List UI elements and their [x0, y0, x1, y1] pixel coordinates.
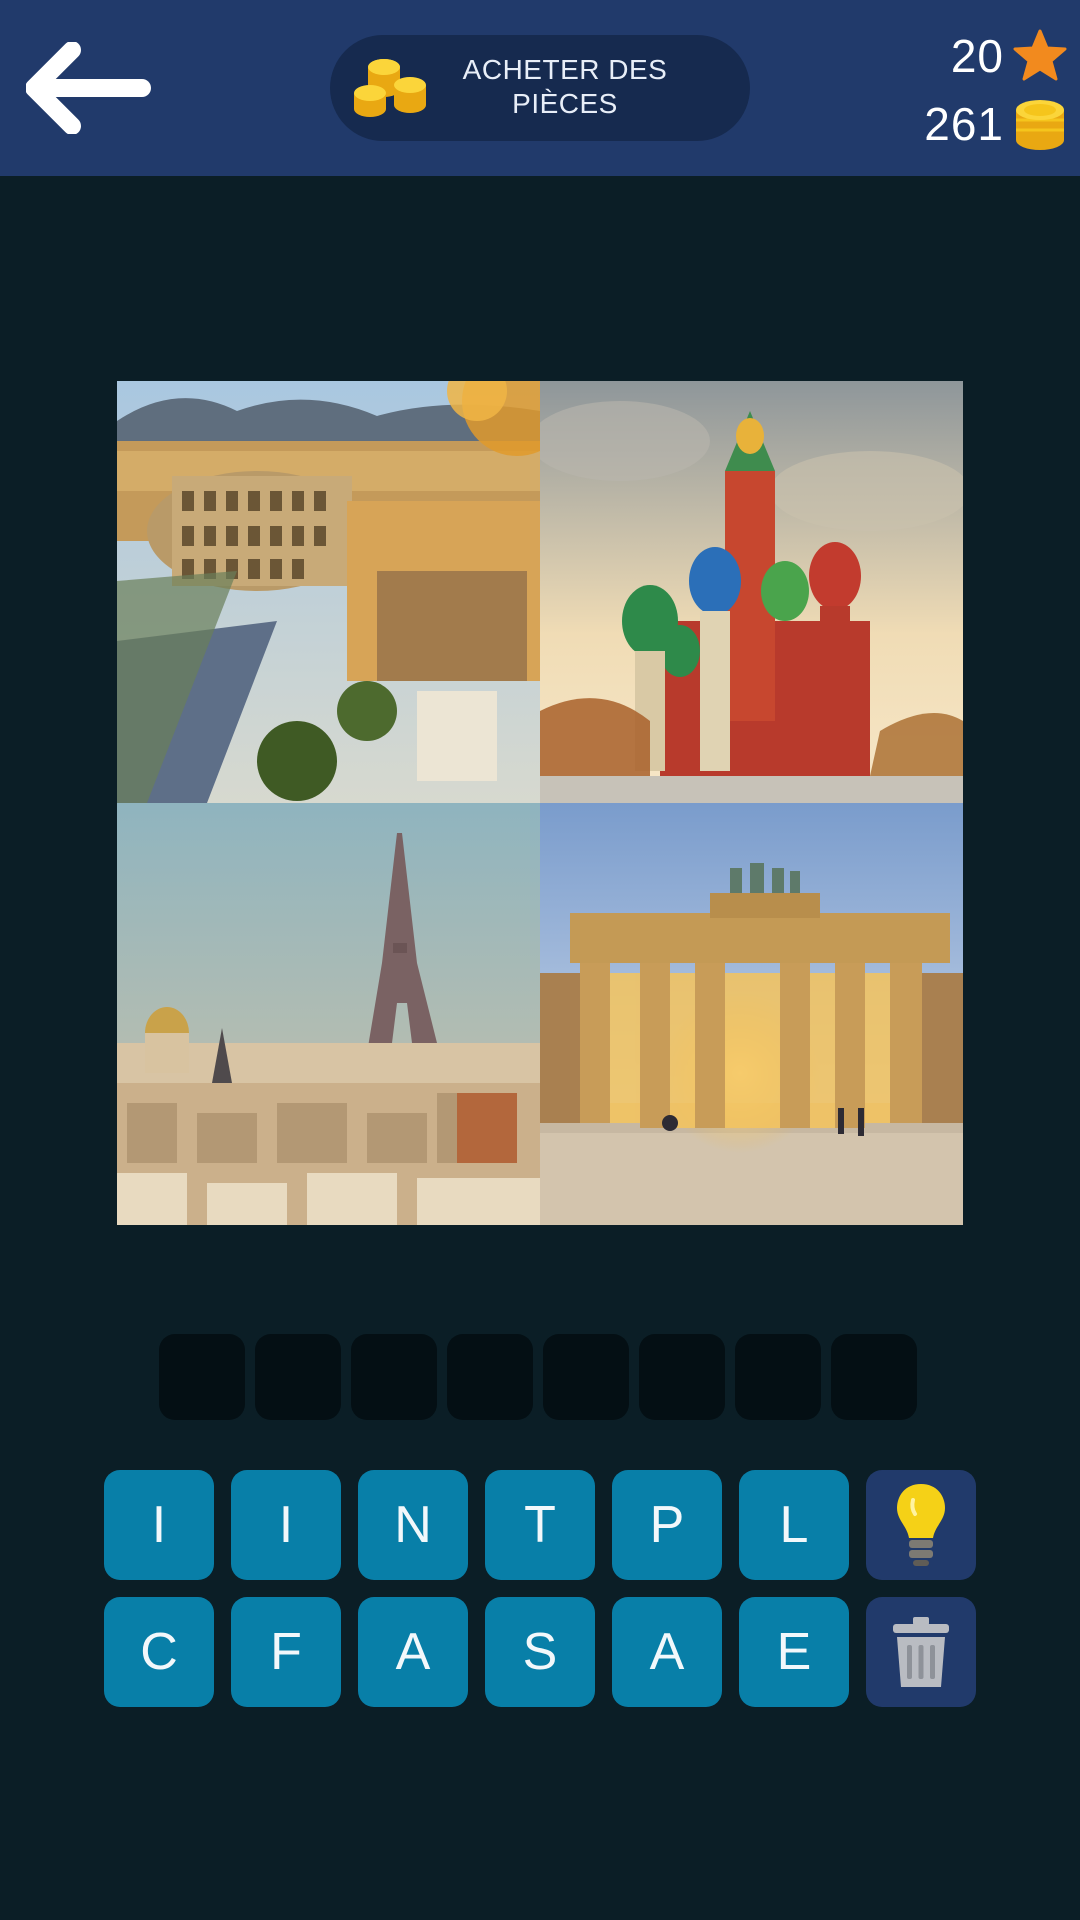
top-bar: ACHETER DES PIÈCES 20 261 [0, 0, 1080, 176]
stars-counter: 20 [951, 28, 1068, 84]
letter-key[interactable]: P [612, 1470, 722, 1580]
letter-key[interactable]: A [612, 1597, 722, 1707]
star-icon [1013, 29, 1067, 81]
buy-coins-button[interactable]: ACHETER DES PIÈCES [330, 35, 750, 141]
letter-key[interactable]: T [485, 1470, 595, 1580]
answer-slot[interactable] [831, 1334, 917, 1420]
answer-slot[interactable] [255, 1334, 341, 1420]
eiffel-tower-image [117, 803, 540, 1225]
letter-key[interactable]: I [104, 1470, 214, 1580]
buy-coins-label: ACHETER DES PIÈCES [462, 54, 668, 119]
stars-count: 20 [950, 30, 1004, 82]
letter-key[interactable]: C [104, 1597, 214, 1707]
hint-button[interactable] [866, 1470, 976, 1580]
letter-key[interactable]: E [739, 1597, 849, 1707]
photo-brandenburg-gate[interactable] [540, 803, 963, 1225]
coins-count: 261 [924, 98, 1004, 150]
letter-key[interactable]: N [358, 1470, 468, 1580]
letter-key[interactable]: A [358, 1597, 468, 1707]
answer-slot[interactable] [543, 1334, 629, 1420]
answer-slot[interactable] [351, 1334, 437, 1420]
coin-icon [1016, 100, 1064, 150]
picture-grid [117, 381, 963, 1225]
letter-keyboard: I I N T P L C F A S A E [104, 1470, 976, 1707]
trash-icon [893, 1617, 949, 1687]
coins-counter: 261 [924, 96, 1068, 152]
answer-slot[interactable] [639, 1334, 725, 1420]
st-basils-image [540, 381, 963, 803]
letter-key[interactable]: F [231, 1597, 341, 1707]
answer-slot[interactable] [159, 1334, 245, 1420]
brandenburg-gate-image [540, 803, 963, 1225]
answer-slot[interactable] [447, 1334, 533, 1420]
photo-st-basils[interactable] [540, 381, 963, 803]
lightbulb-icon [897, 1484, 945, 1566]
letter-key[interactable]: I [231, 1470, 341, 1580]
answer-slot[interactable] [735, 1334, 821, 1420]
back-button[interactable] [25, 41, 152, 135]
delete-button[interactable] [866, 1597, 976, 1707]
letter-key[interactable]: L [739, 1470, 849, 1580]
arrow-left-icon [25, 41, 151, 135]
letter-key[interactable]: S [485, 1597, 595, 1707]
coin-stack-icon [354, 59, 426, 117]
colosseum-image [117, 381, 540, 803]
answer-slots [159, 1334, 921, 1420]
photo-eiffel-tower[interactable] [117, 803, 540, 1225]
photo-colosseum[interactable] [117, 381, 540, 803]
game-screen: ACHETER DES PIÈCES 20 261 I I N T P L C … [0, 0, 1080, 1920]
